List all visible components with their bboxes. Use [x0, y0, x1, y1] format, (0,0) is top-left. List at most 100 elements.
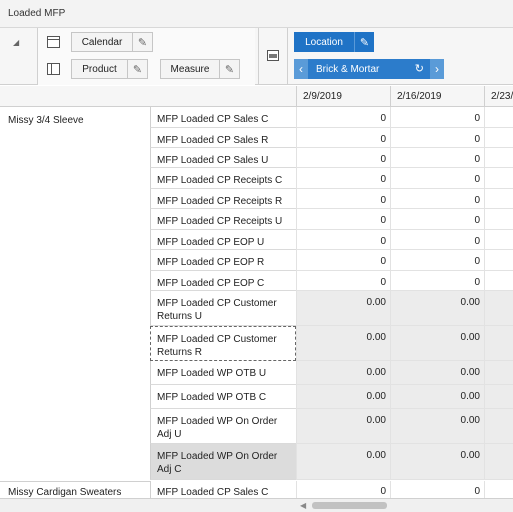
measure-dimension-button[interactable]: Measure ✎ — [160, 59, 240, 79]
measure-row-header[interactable]: MFP Loaded WP OTB C — [150, 385, 296, 409]
pivot-toolbar: ◢ Calendar ✎ Product ✎ Measure ✎ Locatio… — [0, 28, 513, 85]
grid-cell[interactable] — [484, 444, 513, 480]
grid-cell[interactable]: 0 — [296, 481, 390, 498]
location-navigator: ‹ Brick & Mortar ↻ › — [294, 59, 444, 79]
window-titlebar: Loaded MFP — [0, 0, 513, 28]
column-header[interactable]: 2/9/2019 — [296, 86, 390, 107]
grid-cell[interactable] — [484, 189, 513, 209]
column-layout-icon[interactable] — [47, 63, 60, 75]
row-dimension-area: Calendar ✎ Product ✎ Measure ✎ — [37, 28, 255, 85]
column-header-row: 2/9/2019 2/16/2019 2/23/ — [0, 86, 513, 107]
product-row-header[interactable]: Missy 3/4 Sleeve — [0, 107, 150, 126]
grid-cell[interactable]: 0 — [390, 230, 484, 250]
measure-row-header[interactable]: MFP Loaded CP Customer Returns R — [150, 326, 296, 361]
pencil-icon[interactable]: ✎ — [354, 32, 374, 52]
data-grid: Missy 3/4 Sleeve MFP Loaded CP Sales C 0… — [0, 107, 513, 498]
grid-cell[interactable]: 0 — [390, 107, 484, 128]
grid-cell[interactable]: 0.00 — [390, 444, 484, 480]
grid-cell[interactable] — [484, 271, 513, 291]
location-label: Location — [305, 36, 343, 48]
grid-cell[interactable] — [484, 361, 513, 385]
grid-cell[interactable]: 0.00 — [390, 291, 484, 326]
measure-row-header[interactable]: MFP Loaded CP Receipts R — [150, 189, 296, 209]
grid-cell[interactable]: 0 — [390, 481, 484, 498]
column-header[interactable]: 2/23/ — [484, 86, 513, 107]
grid-cell[interactable] — [484, 385, 513, 409]
pencil-icon[interactable]: ✎ — [132, 33, 152, 51]
measure-row-header[interactable]: MFP Loaded WP OTB U — [150, 361, 296, 385]
measure-row-header[interactable]: MFP Loaded WP On Order Adj U — [150, 409, 296, 444]
measure-row-header[interactable]: MFP Loaded CP Sales C — [150, 107, 296, 128]
measure-row-header[interactable]: MFP Loaded CP EOP C — [150, 271, 296, 291]
measure-row-header[interactable]: MFP Loaded CP EOP R — [150, 250, 296, 271]
grid-cell[interactable]: 0 — [390, 271, 484, 291]
measure-row-header[interactable]: MFP Loaded CP Sales R — [150, 128, 296, 148]
location-dimension-button[interactable]: Location ✎ — [294, 32, 374, 52]
grid-cell[interactable] — [484, 291, 513, 326]
window-title: Loaded MFP — [8, 8, 66, 19]
measure-row-header[interactable]: MFP Loaded CP Sales U — [150, 148, 296, 168]
reset-icon[interactable]: ↻ — [415, 62, 424, 75]
grid-cell[interactable]: 0 — [296, 230, 390, 250]
horizontal-scrollbar[interactable]: ◀ — [0, 498, 513, 512]
calendar-dimension-button[interactable]: Calendar ✎ — [71, 32, 153, 52]
measure-row-header[interactable]: MFP Loaded CP Sales C — [150, 481, 296, 498]
grid-cell[interactable]: 0.00 — [296, 444, 390, 480]
grid-cell[interactable] — [484, 481, 513, 498]
grid-cell[interactable] — [484, 250, 513, 271]
grid-cell[interactable]: 0 — [390, 189, 484, 209]
chevron-right-icon[interactable]: › — [430, 59, 444, 79]
column-header[interactable]: 2/16/2019 — [390, 86, 484, 107]
location-member-label: Brick & Mortar — [316, 63, 380, 75]
grid-cell[interactable]: 0 — [296, 209, 390, 230]
collapse-triangle-icon[interactable]: ◢ — [13, 38, 19, 47]
grid-cell[interactable] — [484, 148, 513, 168]
measure-row-header[interactable]: MFP Loaded WP On Order Adj C — [150, 444, 296, 480]
measure-row-header[interactable]: MFP Loaded CP Receipts C — [150, 168, 296, 189]
location-member[interactable]: Brick & Mortar ↻ — [308, 59, 430, 79]
grid-cell[interactable]: 0.00 — [296, 361, 390, 385]
grid-cell[interactable] — [484, 107, 513, 128]
measure-row-header[interactable]: MFP Loaded CP EOP U — [150, 230, 296, 250]
grid-cell[interactable]: 0 — [296, 168, 390, 189]
grid-cell[interactable]: 0 — [390, 209, 484, 230]
grid-cell[interactable] — [484, 128, 513, 148]
grid-cell[interactable]: 0.00 — [296, 326, 390, 361]
scroll-left-icon[interactable]: ◀ — [300, 501, 306, 510]
grid-cell[interactable]: 0.00 — [390, 326, 484, 361]
grid-cell[interactable]: 0.00 — [390, 409, 484, 444]
calendar-label: Calendar — [81, 36, 123, 48]
grid-cell[interactable]: 0.00 — [390, 361, 484, 385]
grid-cell[interactable] — [484, 209, 513, 230]
measure-row-header[interactable]: MFP Loaded CP Receipts U — [150, 209, 296, 230]
grid-cell[interactable]: 0.00 — [390, 385, 484, 409]
grid-cell[interactable] — [484, 326, 513, 361]
pencil-icon[interactable]: ✎ — [219, 60, 239, 78]
grid-cell[interactable]: 0 — [296, 271, 390, 291]
grid-cell[interactable]: 0.00 — [296, 409, 390, 444]
grid-cell[interactable]: 0 — [390, 128, 484, 148]
measure-row-header[interactable]: MFP Loaded CP Customer Returns U — [150, 291, 296, 326]
product-dimension-button[interactable]: Product ✎ — [71, 59, 148, 79]
grid-cell[interactable] — [484, 409, 513, 444]
grid-cell[interactable]: 0 — [296, 250, 390, 271]
grid-cell[interactable] — [484, 230, 513, 250]
grid-cell[interactable]: 0 — [296, 107, 390, 128]
grid-cell[interactable] — [484, 168, 513, 189]
swap-axis-icon[interactable] — [267, 50, 279, 61]
grid-cell[interactable]: 0 — [390, 250, 484, 271]
grid-cell[interactable]: 0 — [296, 148, 390, 168]
grid-cell[interactable]: 0.00 — [296, 291, 390, 326]
product-row-header[interactable]: Missy Cardigan Sweaters — [0, 481, 150, 498]
grid-cell[interactable]: 0 — [390, 168, 484, 189]
grid-cell[interactable]: 0.00 — [296, 385, 390, 409]
grid-cell[interactable]: 0 — [390, 148, 484, 168]
row-layout-icon[interactable] — [47, 36, 60, 48]
measure-label: Measure — [170, 63, 210, 75]
chevron-left-icon[interactable]: ‹ — [294, 59, 308, 79]
grid-cell[interactable]: 0 — [296, 128, 390, 148]
scrollbar-thumb[interactable] — [312, 502, 387, 509]
grid-cell[interactable]: 0 — [296, 189, 390, 209]
pencil-icon[interactable]: ✎ — [127, 60, 147, 78]
swap-axis-area — [258, 28, 288, 85]
